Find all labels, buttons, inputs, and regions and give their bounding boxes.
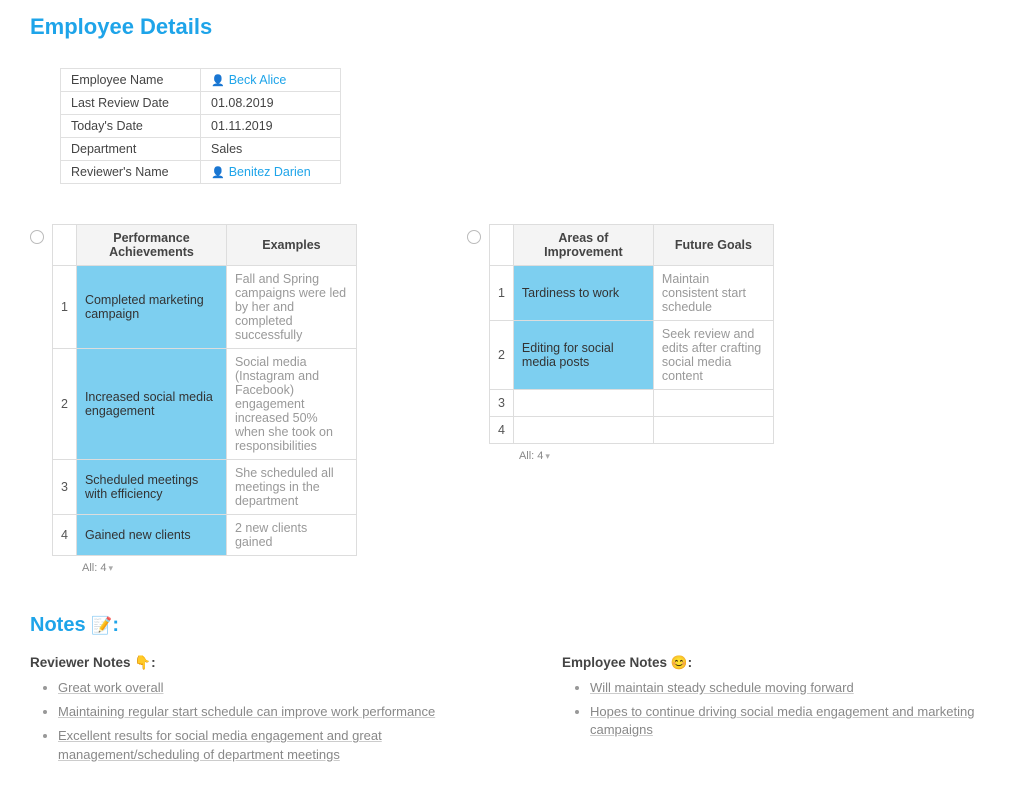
details-key: Last Review Date xyxy=(61,92,201,115)
reviewer-notes-heading: Reviewer Notes 👇: xyxy=(30,655,462,671)
cell-a[interactable] xyxy=(513,417,653,444)
cell-b[interactable]: Social media (Instagram and Facebook) en… xyxy=(226,349,356,460)
employee-notes-heading: Employee Notes 😊: xyxy=(562,655,994,671)
col-head-num xyxy=(489,225,513,266)
details-val: 01.08.2019 xyxy=(201,92,341,115)
col-head: Examples xyxy=(226,225,356,266)
cell-b[interactable] xyxy=(653,417,773,444)
row-num: 1 xyxy=(53,266,77,349)
list-item: Excellent results for social media engag… xyxy=(58,727,462,763)
cell-a[interactable]: Editing for social media posts xyxy=(513,321,653,390)
page-title: Employee Details xyxy=(30,14,994,40)
person-icon: 👤 xyxy=(211,75,225,87)
pencil-icon: 📝 xyxy=(91,616,112,635)
achievements-footer[interactable]: All: 4▾ xyxy=(82,562,357,574)
col-head: Areas of Improvement xyxy=(513,225,653,266)
cell-b[interactable]: Maintain consistent start schedule xyxy=(653,266,773,321)
cell-b[interactable]: Seek review and edits after crafting soc… xyxy=(653,321,773,390)
row-num: 3 xyxy=(53,460,77,515)
list-item: Maintaining regular start schedule can i… xyxy=(58,703,462,721)
cell-a[interactable]: Tardiness to work xyxy=(513,266,653,321)
details-key: Reviewer's Name xyxy=(61,161,201,184)
list-item: Great work overall xyxy=(58,679,462,697)
pointing-down-icon: 👇 xyxy=(134,655,151,670)
details-val[interactable]: 👤Beck Alice xyxy=(201,69,341,92)
details-key: Department xyxy=(61,138,201,161)
notes-heading: Notes 📝: xyxy=(30,614,994,637)
cell-b[interactable]: Fall and Spring campaigns were led by he… xyxy=(226,266,356,349)
row-num: 2 xyxy=(489,321,513,390)
smile-icon: 😊 xyxy=(671,655,688,670)
row-num: 4 xyxy=(489,417,513,444)
list-item: Hopes to continue driving social media e… xyxy=(590,703,994,739)
details-key: Today's Date xyxy=(61,115,201,138)
achievements-table: Performance AchievementsExamples 1Complet… xyxy=(52,224,357,556)
improvements-block: Areas of ImprovementFuture Goals 1Tardine… xyxy=(467,224,774,462)
details-val: Sales xyxy=(201,138,341,161)
col-head: Performance Achievements xyxy=(76,225,226,266)
col-head-num xyxy=(53,225,77,266)
person-icon: 👤 xyxy=(211,167,225,179)
cell-a[interactable]: Gained new clients xyxy=(76,515,226,556)
improvements-footer[interactable]: All: 4▾ xyxy=(519,450,774,462)
col-head: Future Goals xyxy=(653,225,773,266)
list-item: Will maintain steady schedule moving for… xyxy=(590,679,994,697)
row-num: 1 xyxy=(489,266,513,321)
improvements-table: Areas of ImprovementFuture Goals 1Tardine… xyxy=(489,224,774,444)
details-val[interactable]: 👤Benitez Darien xyxy=(201,161,341,184)
employee-notes-list: Will maintain steady schedule moving for… xyxy=(568,679,994,740)
cell-a[interactable]: Increased social media engagement xyxy=(76,349,226,460)
cell-b[interactable]: She scheduled all meetings in the depart… xyxy=(226,460,356,515)
cell-a[interactable] xyxy=(513,390,653,417)
chevron-down-icon: ▾ xyxy=(108,563,113,573)
cell-b[interactable]: 2 new clients gained xyxy=(226,515,356,556)
row-num: 3 xyxy=(489,390,513,417)
reviewer-notes-list: Great work overall Maintaining regular st… xyxy=(36,679,462,764)
cell-a[interactable]: Completed marketing campaign xyxy=(76,266,226,349)
cell-a[interactable]: Scheduled meetings with efficiency xyxy=(76,460,226,515)
achievements-block: Performance AchievementsExamples 1Complet… xyxy=(30,224,357,574)
collapse-toggle-icon[interactable] xyxy=(30,230,44,244)
details-val: 01.11.2019 xyxy=(201,115,341,138)
row-num: 2 xyxy=(53,349,77,460)
collapse-toggle-icon[interactable] xyxy=(467,230,481,244)
cell-b[interactable] xyxy=(653,390,773,417)
chevron-down-icon: ▾ xyxy=(545,451,550,461)
details-key: Employee Name xyxy=(61,69,201,92)
row-num: 4 xyxy=(53,515,77,556)
employee-details-table: Employee Name👤Beck AliceLast Review Date… xyxy=(60,68,341,184)
